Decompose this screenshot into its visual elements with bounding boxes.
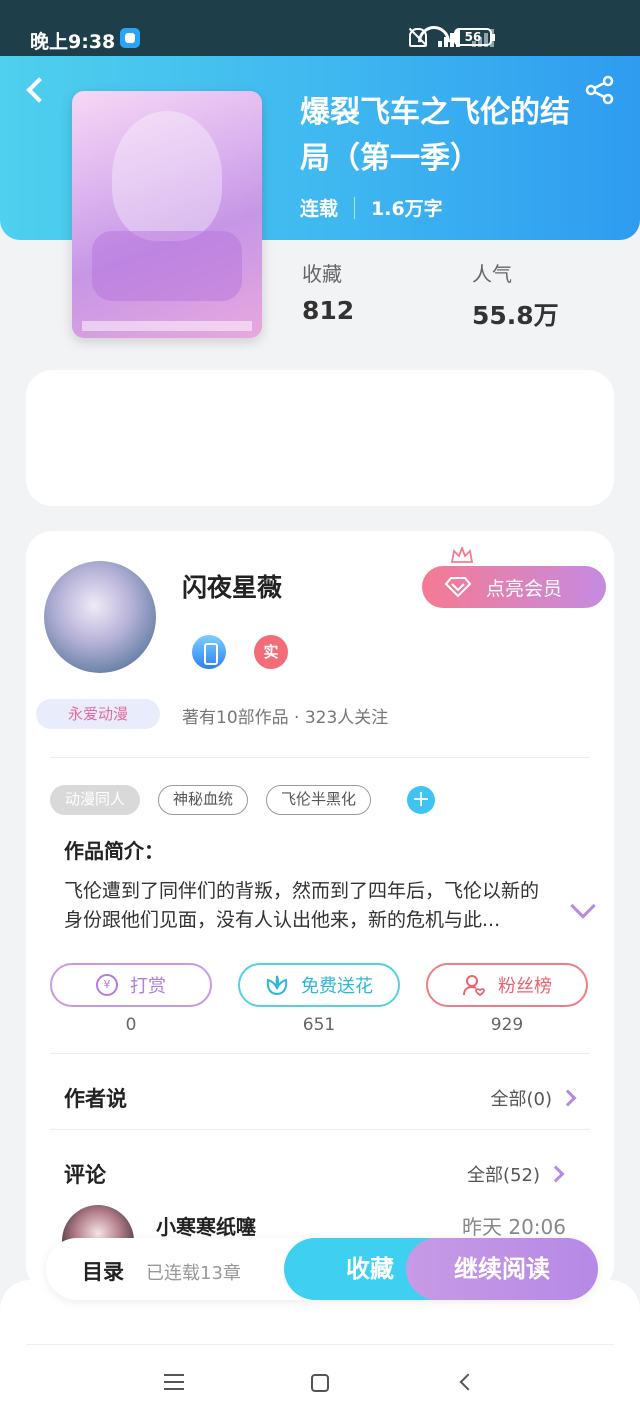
divider [50, 1053, 590, 1054]
comments-title: 评论 [64, 1163, 106, 1187]
tip-count: 0 [125, 1015, 137, 1035]
bottom-sheet [0, 1280, 640, 1422]
intro-heading: 作品简介： [64, 839, 164, 863]
commenter-name[interactable]: 小寒寒纸噻 [156, 1211, 256, 1240]
vip-button[interactable]: 点亮会员 [422, 566, 606, 608]
favorites-count: 812 [302, 296, 355, 325]
phone-verified-badge-icon [192, 635, 226, 669]
author-name[interactable]: 闪夜星薇 [182, 568, 282, 604]
fans-count: 929 [490, 1015, 524, 1035]
author-avatar[interactable] [44, 561, 156, 673]
yen-icon: ¥ [96, 974, 118, 996]
flower-icon [266, 975, 288, 996]
flower-count: 651 [302, 1015, 336, 1035]
real-name-badge: 实 [254, 635, 288, 669]
intro-text: 飞伦遭到了同伴们的背叛，然而到了四年后，飞伦以新的身份跟他们见面，没有人认出他来… [64, 880, 540, 931]
expand-chevron-icon[interactable] [570, 893, 596, 919]
favorites-label: 收藏 [302, 262, 342, 286]
battery-icon: 56 [454, 28, 495, 46]
meta-divider [354, 196, 356, 219]
chevron-right-icon [559, 1089, 577, 1107]
chat-app-icon [120, 28, 140, 48]
add-tag-button[interactable]: + [407, 786, 436, 814]
vip-label: 点亮会员 [486, 577, 563, 600]
fan-ranking-label: 粉丝榜 [498, 976, 552, 997]
nav-divider [26, 1344, 614, 1345]
send-flower-button[interactable]: 免费送花 [238, 963, 400, 1007]
divider [50, 1129, 590, 1130]
comments-more-label: 全部(52) [467, 1165, 540, 1186]
fan-ranking-button[interactable]: 粉丝榜 [426, 963, 588, 1007]
back-button[interactable] [22, 72, 52, 108]
empty-card [26, 370, 614, 506]
serial-status: 连载 [300, 198, 339, 220]
share-icon[interactable] [584, 74, 616, 106]
status-time: 晚上9:38 [30, 31, 116, 53]
toc-button[interactable]: 目录 [82, 1256, 124, 1286]
home-icon[interactable] [311, 1374, 329, 1392]
chapter-count[interactable]: 已连载13章 [146, 1259, 241, 1285]
comments-more[interactable]: 全部(52) [467, 1161, 565, 1187]
fan-tag: 永爱动漫 [36, 699, 160, 729]
status-bar: 晚上9:38 56 [0, 0, 640, 56]
author-says-title: 作者说 [64, 1087, 127, 1111]
book-cover[interactable] [72, 91, 262, 338]
book-meta: 连载 1.6万字 [300, 194, 443, 221]
bottom-action-bar: 目录 已连载13章 收藏 继续阅读 [46, 1238, 598, 1300]
tag-list: 动漫同人 神秘血统 飞伦半黑化 + [50, 785, 436, 815]
popularity-label: 人气 [472, 262, 512, 286]
menu-icon[interactable] [164, 1374, 184, 1390]
tag-item[interactable]: 飞伦半黑化 [266, 785, 372, 815]
comment-time: 昨天 20:06 [462, 1215, 566, 1239]
wifi-icon [418, 26, 444, 46]
author-stats: 著有10部作品 · 323人关注 [182, 708, 389, 728]
divider [50, 757, 590, 758]
book-title: 爆裂飞车之飞伦的结局（第一季） [300, 95, 570, 176]
send-flower-label: 免费送花 [301, 976, 373, 997]
tag-item[interactable]: 动漫同人 [50, 785, 141, 815]
crown-icon [451, 547, 473, 563]
tip-label: 打赏 [130, 976, 166, 997]
tag-item[interactable]: 神秘血统 [158, 785, 249, 815]
word-count: 1.6万字 [371, 198, 443, 220]
author-card: 闪夜星薇 点亮会员 实 永爱动漫 著有10部作品 · 323人关注 动漫同人 神… [26, 531, 614, 1291]
popularity-count: 55.8万 [472, 301, 559, 330]
tip-button[interactable]: ¥ 打赏 [50, 963, 212, 1007]
chevron-right-icon [547, 1165, 565, 1183]
continue-reading-button[interactable]: 继续阅读 [406, 1238, 598, 1300]
diamond-icon [444, 577, 472, 598]
author-says-more[interactable]: 全部(0) [490, 1085, 577, 1111]
author-says-more-label: 全部(0) [490, 1089, 553, 1110]
fans-icon [463, 975, 485, 997]
